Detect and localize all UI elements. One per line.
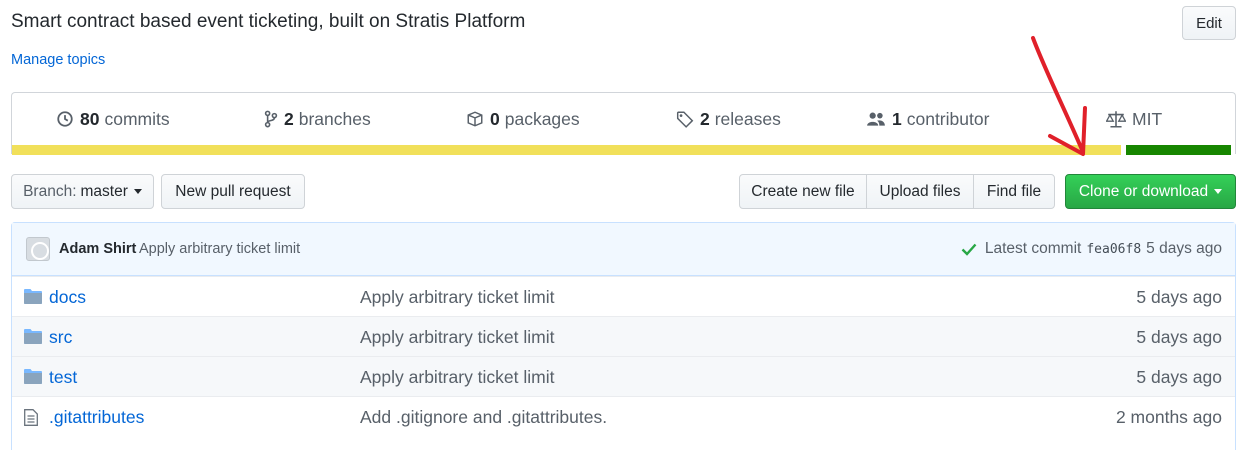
file-name-link[interactable]: .gitattributes [49,407,144,428]
file-commit-message[interactable]: Apply arbitrary ticket limit [360,367,555,388]
contributors-link[interactable]: 1 contributor [866,93,989,145]
file-age: 2 months ago [1115,407,1222,427]
folder-icon [24,329,42,344]
packages-link[interactable]: 0 packages [466,93,580,145]
folder-icon [24,289,42,304]
new-pull-request-button[interactable]: New pull request [161,174,305,209]
file-commit-message[interactable]: Apply arbitrary ticket limit [360,287,555,308]
license-link[interactable]: MIT [1106,93,1162,145]
folder-icon [24,369,42,384]
commits-label: commits [104,108,170,129]
find-file-button[interactable]: Find file [973,174,1055,209]
releases-link[interactable]: 2 releases [676,93,781,145]
packages-label: packages [504,108,580,129]
commit-author[interactable]: Adam Shirt [59,241,136,257]
file-commit-message[interactable]: Apply arbitrary ticket limit [360,327,555,348]
commit-sha[interactable]: fea06f8 [1086,242,1141,257]
law-icon [1106,111,1126,128]
file-row: .gitattributes Add .gitignore and .gitat… [12,396,1235,436]
commits-count: 80 [80,108,100,129]
edit-button[interactable]: Edit [1182,6,1236,40]
latest-commit-bar: Adam Shirt Apply arbitrary ticket limit … [12,223,1235,276]
file-row: docs Apply arbitrary ticket limit 5 days… [12,276,1235,316]
file-row: src Apply arbitrary ticket limit 5 days … [12,316,1235,356]
clone-or-download-button[interactable]: Clone or download [1065,174,1236,209]
file-age: 5 days ago [1136,367,1222,387]
file-name-link[interactable]: test [49,367,77,388]
language-segment[interactable] [12,145,1121,155]
caret-down-icon [133,189,142,194]
manage-topics-link[interactable]: Manage topics [11,52,105,68]
package-icon [467,111,483,127]
releases-count: 2 [700,108,710,129]
git-branch-icon [264,110,278,128]
packages-count: 0 [490,108,500,129]
upload-files-button[interactable]: Upload files [866,174,974,209]
license-label: MIT [1132,108,1163,129]
language-bar[interactable] [12,145,1237,155]
branch-select-button[interactable]: Branch: master [11,174,154,209]
branch-value: master [80,182,128,200]
commit-message[interactable]: Apply arbitrary ticket limit [139,241,300,257]
branch-label: Branch: [23,182,77,200]
check-icon[interactable] [961,242,977,256]
commits-link[interactable]: 80 commits [56,93,170,145]
tag-icon [676,111,694,128]
branches-link[interactable]: 2 branches [264,93,371,145]
releases-label: releases [714,108,781,129]
file-name-link[interactable]: src [49,327,72,348]
file-icon [24,409,38,426]
file-commit-message[interactable]: Add .gitignore and .gitattributes. [360,407,607,428]
latest-commit-info: Latest commit fea06f8 5 days ago [961,240,1222,258]
caret-down-icon [1214,189,1223,194]
create-new-file-button[interactable]: Create new file [739,174,867,209]
file-list: Adam Shirt Apply arbitrary ticket limit … [11,222,1236,450]
file-age: 5 days ago [1136,287,1222,307]
file-name-link[interactable]: docs [49,287,86,308]
branches-count: 2 [284,108,294,129]
avatar[interactable] [26,237,50,261]
history-icon [57,111,73,127]
people-icon [867,112,885,126]
contributors-label: contributor [906,108,990,129]
file-row: test Apply arbitrary ticket limit 5 days… [12,356,1235,396]
file-age: 5 days ago [1136,327,1222,347]
commit-age: 5 days ago [1146,240,1222,257]
repo-description: Smart contract based event ticketing, bu… [11,11,526,32]
language-segment[interactable] [1125,145,1231,155]
latest-commit-prefix: Latest commit [984,240,1082,257]
contributors-count: 1 [892,108,902,129]
branches-label: branches [298,108,371,129]
repo-summary: 80 commits 2 branches 0 packages 2 relea… [11,92,1237,155]
clone-label: Clone or download [1078,182,1209,200]
